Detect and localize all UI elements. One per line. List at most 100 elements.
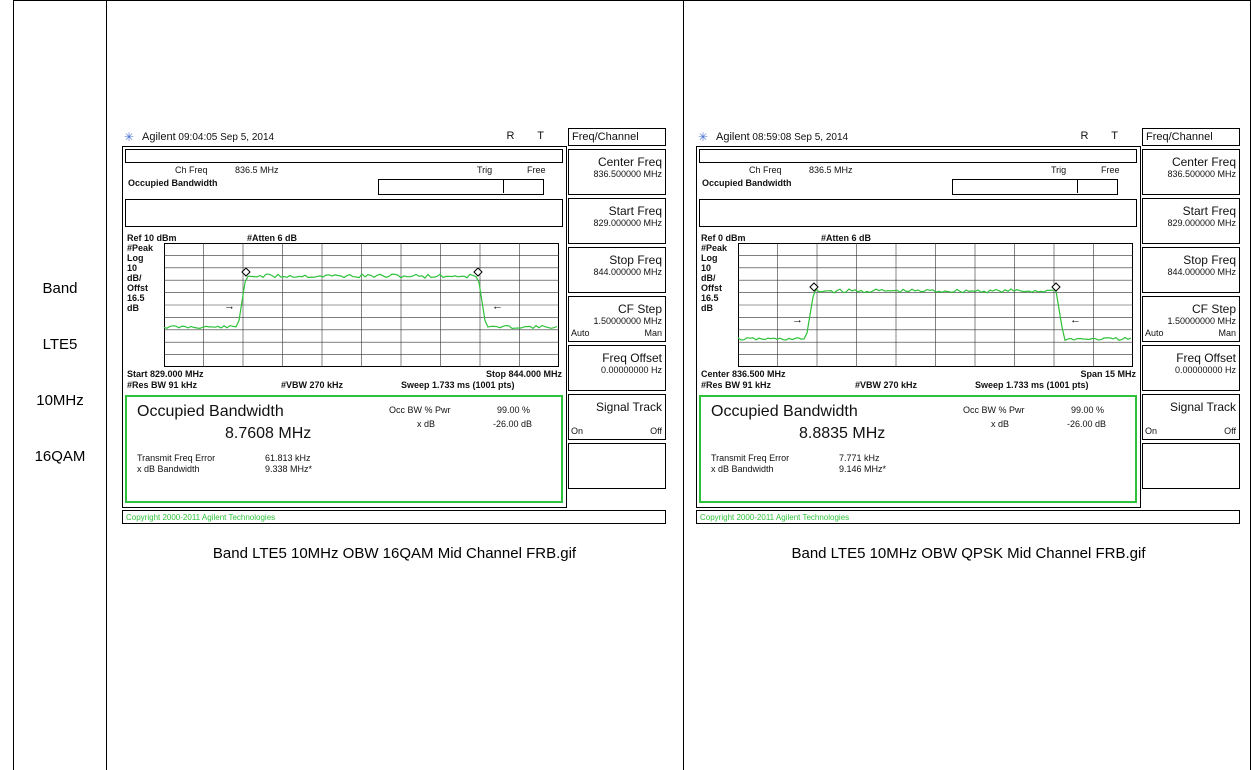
xdb-value: -26.00 dB [493, 419, 533, 429]
spectrum-screenshot-16qam: ✳ Agilent 09:04:05 Sep 5, 2014 R T Freq/… [122, 128, 667, 533]
softkey-signal-track[interactable]: Signal Track On Off [1142, 394, 1240, 440]
softkey-label: Freq Offset [602, 351, 662, 365]
message-bar [699, 149, 1137, 163]
softkey-label: Center Freq [597, 155, 662, 169]
sweep-label: Sweep 1.733 ms (1001 pts) [401, 380, 515, 390]
agilent-logo-icon: ✳ [698, 130, 709, 144]
rbw-label: #Res BW 91 kHz [701, 380, 772, 390]
softkey-option-on: On [571, 426, 584, 436]
softkey-value: 829.000000 MHz [1167, 218, 1236, 228]
spectrum-screenshot-qpsk: ✳ Agilent 08:59:08 Sep 5, 2014 R T Freq/… [696, 128, 1241, 533]
occ-pwr-label: Occ BW % Pwr [389, 405, 451, 415]
softkey-value: 844.000000 MHz [593, 267, 662, 277]
xdb-bandwidth-label: x dB Bandwidth [711, 464, 774, 474]
xdb-value: -26.00 dB [1067, 419, 1107, 429]
softkey-stop-freq[interactable]: Stop Freq 844.000000 MHz [1142, 247, 1240, 293]
info-box [699, 199, 1137, 227]
occ-pwr-label: Occ BW % Pwr [963, 405, 1025, 415]
softkey-label: Start Freq [1182, 204, 1236, 218]
spectrum-plot: → ← [738, 243, 1133, 367]
x-axis-right-label: Stop 844.000 MHz [485, 369, 562, 379]
softkey-stop-freq[interactable]: Stop Freq 844.000000 MHz [568, 247, 666, 293]
softkey-freq-offset[interactable]: Freq Offset 0.00000000 Hz [1142, 345, 1240, 391]
rbw-label: #Res BW 91 kHz [127, 380, 198, 390]
ch-freq-value: 836.5 MHz [235, 165, 279, 175]
softkey-label: Freq Offset [1176, 351, 1236, 365]
softkey-blank[interactable] [1142, 443, 1240, 489]
softkey-center-freq[interactable]: Center Freq 836.500000 MHz [1142, 149, 1240, 195]
trig-value: Free [1101, 165, 1120, 175]
softkey-value: 0.00000000 Hz [1174, 365, 1236, 375]
transmit-freq-error-value: 7.771 kHz [839, 453, 880, 463]
result-panel: Occupied Bandwidth 8.8835 MHz Occ BW % P… [699, 395, 1137, 503]
softkey-option-auto: Auto [571, 328, 590, 338]
ch-freq-label: Ch Freq [175, 165, 208, 175]
softkey-option-on: On [1145, 426, 1158, 436]
arrow-left-icon: ← [492, 301, 503, 313]
progress-divider [503, 179, 504, 193]
x-axis-left-label: Start 829.000 MHz [127, 369, 204, 379]
softkey-option-man: Man [644, 328, 662, 338]
softkey-option-off: Off [650, 426, 662, 436]
occupied-bandwidth-header: Occupied Bandwidth [702, 178, 792, 188]
softkey-blank[interactable] [568, 443, 666, 489]
trig-value: Free [527, 165, 546, 175]
softkey-label: CF Step [1191, 302, 1236, 316]
occ-pwr-value: 99.00 % [1071, 405, 1105, 415]
softkey-label: Signal Track [1169, 400, 1236, 414]
arrow-right-icon: → [224, 301, 235, 313]
table-border-col2 [683, 0, 684, 770]
softkey-signal-track[interactable]: Signal Track On Off [568, 394, 666, 440]
vbw-label: #VBW 270 kHz [855, 380, 918, 390]
xdb-bandwidth-value: 9.338 MHz* [265, 464, 313, 474]
ch-freq-value: 836.5 MHz [809, 165, 853, 175]
x-axis-left-label: Center 836.500 MHz [701, 369, 786, 379]
xdb-bandwidth-label: x dB Bandwidth [137, 464, 200, 474]
agilent-logo-icon: ✳ [124, 130, 135, 144]
softkey-start-freq[interactable]: Start Freq 829.000000 MHz [1142, 198, 1240, 244]
occ-pwr-value: 99.00 % [497, 405, 531, 415]
softkey-center-freq[interactable]: Center Freq 836.500000 MHz [568, 149, 666, 195]
xdb-label: x dB [991, 419, 1010, 429]
trig-label: Trig [1051, 165, 1067, 175]
softkey-label: Signal Track [595, 400, 662, 414]
softkey-cf-step[interactable]: CF Step 1.50000000 MHz Auto Man [568, 296, 666, 342]
analyzer-title-bar: ✳ Agilent 08:59:08 Sep 5, 2014 R T [696, 128, 1136, 146]
softkey-cf-step[interactable]: CF Step 1.50000000 MHz Auto Man [1142, 296, 1240, 342]
ref-level: Ref 10 dBm [127, 233, 177, 243]
info-box [125, 199, 563, 227]
softkey-value: 844.000000 MHz [1167, 267, 1236, 277]
transmit-freq-error-value: 61.813 kHz [265, 453, 311, 463]
menu-title: Freq/Channel [1142, 128, 1240, 146]
analyzer-brand: Agilent 08:59:08 Sep 5, 2014 [716, 131, 849, 143]
progress-box [378, 179, 544, 195]
result-panel: Occupied Bandwidth 8.7608 MHz Occ BW % P… [125, 395, 563, 503]
status-indicators: R T [506, 130, 554, 142]
measurement-display: Ch Freq 836.5 MHz Trig Free Occupied Ban… [696, 146, 1141, 508]
result-title: Occupied Bandwidth [137, 403, 284, 420]
ref-level: Ref 0 dBm [701, 233, 746, 243]
softkey-freq-offset[interactable]: Freq Offset 0.00000000 Hz [568, 345, 666, 391]
softkey-option-off: Off [1224, 426, 1236, 436]
xdb-label: x dB [417, 419, 436, 429]
copyright-bar: Copyright 2000-2011 Agilent Technologies [122, 510, 666, 524]
softkey-label: CF Step [617, 302, 662, 316]
occupied-bandwidth-header: Occupied Bandwidth [128, 178, 218, 188]
softkey-value: 829.000000 MHz [593, 218, 662, 228]
arrow-left-icon: ← [1070, 314, 1081, 326]
copyright-bar: Copyright 2000-2011 Agilent Technologies [696, 510, 1240, 524]
measurement-display: Ch Freq 836.5 MHz Trig Free Occupied Ban… [122, 146, 567, 508]
softkey-value: 0.00000000 Hz [600, 365, 662, 375]
transmit-freq-error-label: Transmit Freq Error [137, 453, 216, 463]
result-title: Occupied Bandwidth [711, 403, 858, 420]
softkey-value: 1.50000000 MHz [1167, 316, 1236, 326]
softkey-label: Stop Freq [609, 253, 662, 267]
x-axis-right-label: Span 15 MHz [1080, 369, 1136, 379]
softkey-label: Center Freq [1171, 155, 1236, 169]
ch-freq-label: Ch Freq [749, 165, 782, 175]
sweep-label: Sweep 1.733 ms (1001 pts) [975, 380, 1089, 390]
analyzer-timestamp: 08:59:08 Sep 5, 2014 [752, 132, 849, 143]
softkey-start-freq[interactable]: Start Freq 829.000000 MHz [568, 198, 666, 244]
y-scale-labels: #Peak Log 10 dB/ Offst 16.5 dB [701, 243, 728, 313]
progress-box [952, 179, 1118, 195]
